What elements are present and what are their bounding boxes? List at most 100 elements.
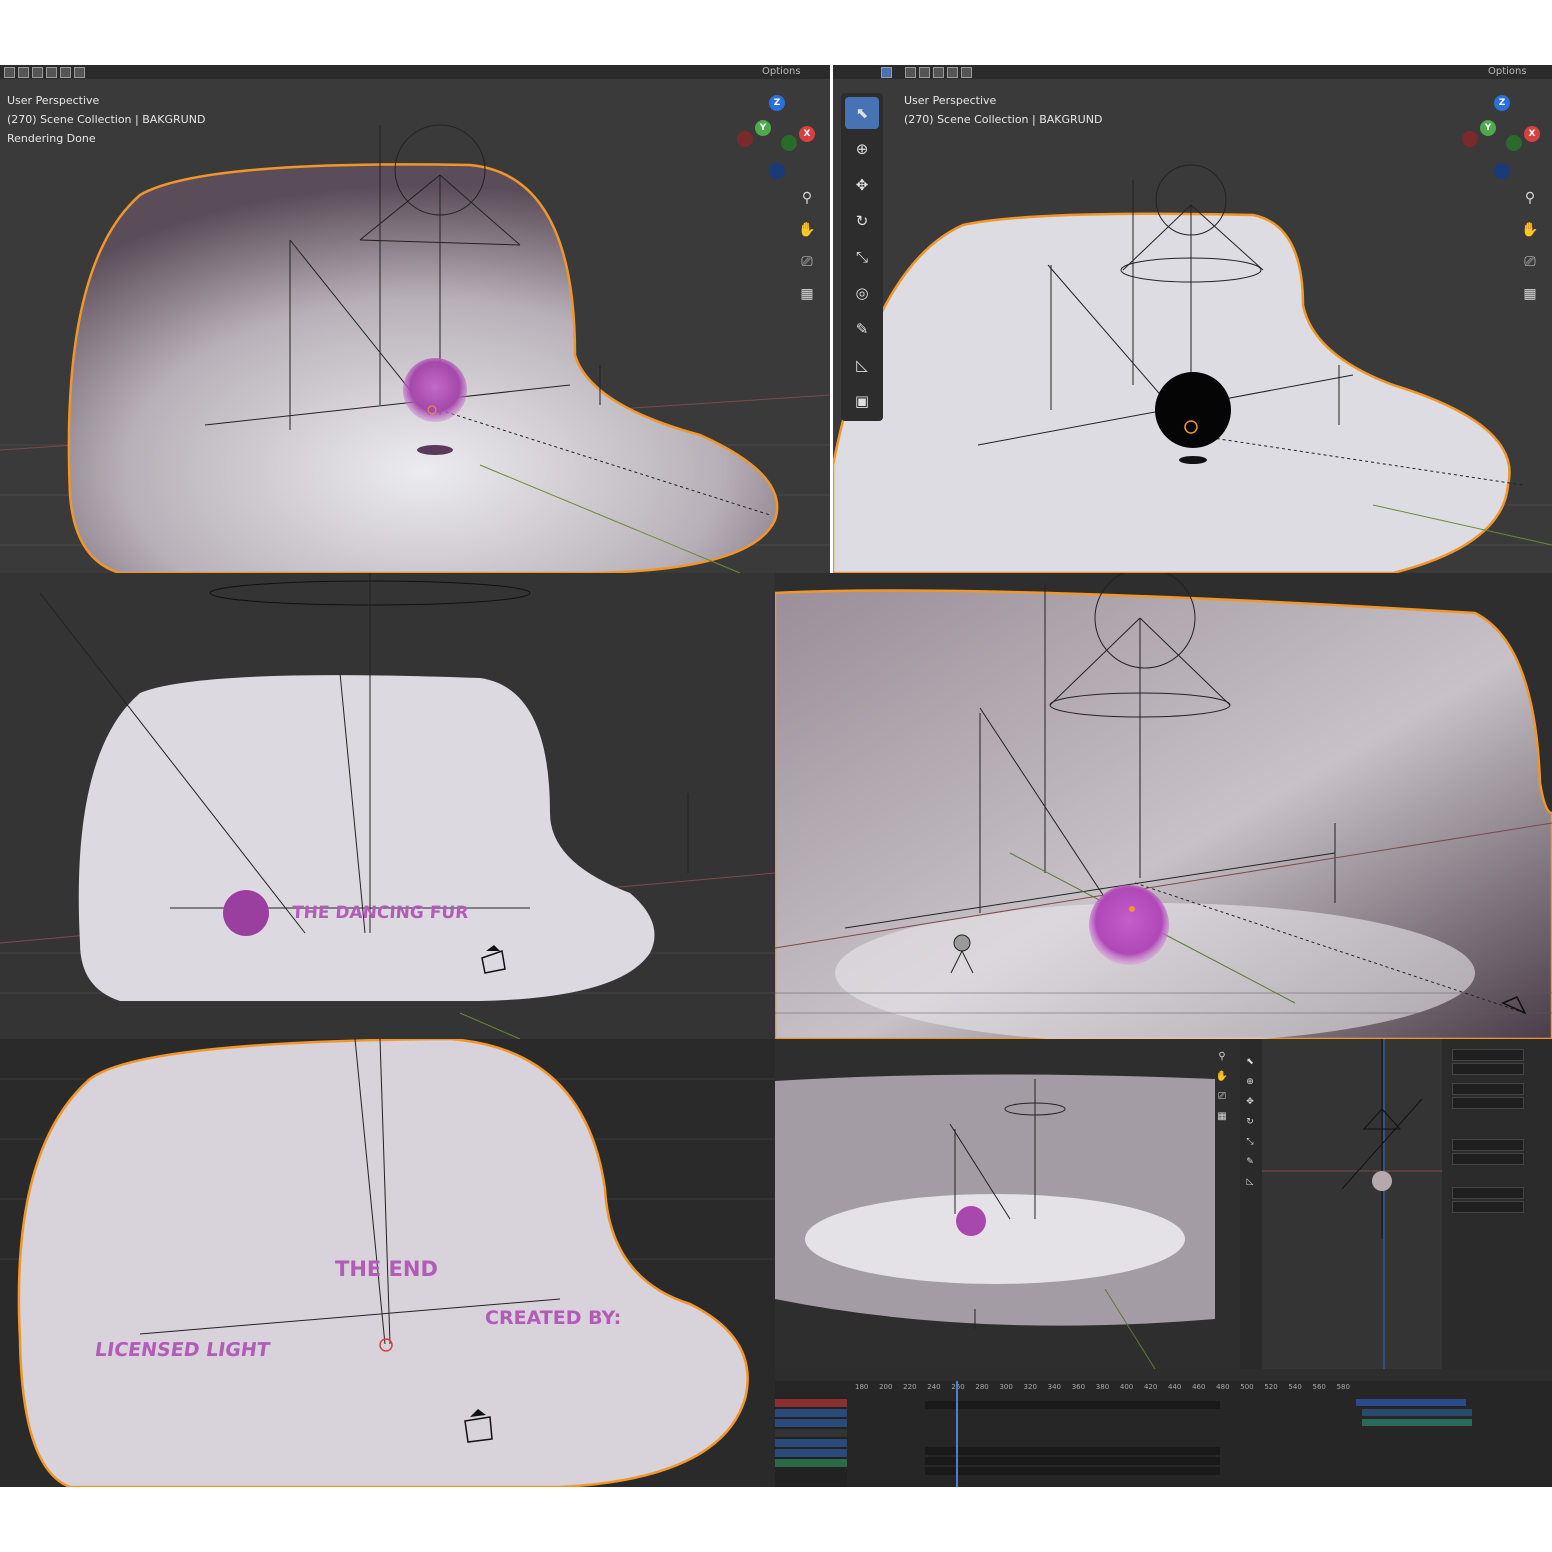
object-icon[interactable]	[947, 67, 958, 78]
channel-row[interactable]	[775, 1399, 847, 1407]
viewport-header: Options	[833, 65, 1552, 79]
camera-icon[interactable]: ⎚	[796, 251, 818, 273]
collection-label: (270) Scene Collection | BAKGRUND	[7, 113, 206, 126]
grid-icon[interactable]: ▦	[796, 283, 818, 305]
measure-icon[interactable]: ◺	[845, 349, 879, 381]
zoom-icon[interactable]: ⚲	[1215, 1049, 1229, 1063]
outliner-row[interactable]	[1362, 1419, 1472, 1426]
hand-icon[interactable]: ✋	[796, 219, 818, 241]
blender-workspace-bottom-right[interactable]: ⚲ ✋ ⎚ ▦ ⬉ ⊕ ✥ ↻ ⤡ ✎ ◺ 180 200 220 240 26…	[775, 1039, 1552, 1487]
select-icon[interactable]: ⬉	[1240, 1053, 1260, 1071]
add-icon[interactable]	[933, 67, 944, 78]
rotate-icon[interactable]: ↻	[845, 205, 879, 237]
channel-row[interactable]	[775, 1439, 847, 1447]
outliner-row[interactable]	[1356, 1399, 1466, 1406]
viewport-mid-left[interactable]: THE DANCING FUR	[0, 573, 775, 1039]
property-field[interactable]	[1452, 1097, 1524, 1109]
neg-x-axis-icon[interactable]	[737, 131, 753, 147]
neg-y-axis-icon[interactable]	[1506, 135, 1522, 151]
property-field[interactable]	[1452, 1187, 1524, 1199]
viewport-overlay-text: User Perspective (270) Scene Collection …	[904, 91, 1102, 129]
hand-icon[interactable]: ✋	[1215, 1069, 1229, 1083]
hand-icon[interactable]: ✋	[1519, 219, 1541, 241]
select-icon[interactable]: ⬉	[845, 97, 879, 129]
channel-row[interactable]	[775, 1449, 847, 1457]
license-text: LICENSED LIGHT	[93, 1339, 272, 1361]
outliner-header	[1350, 1369, 1552, 1381]
scene-bottom-right-render	[775, 1039, 1240, 1369]
viewport-mid-right[interactable]	[775, 573, 1552, 1039]
property-field[interactable]	[1452, 1063, 1524, 1075]
scene-top-right	[833, 164, 1552, 573]
measure-icon[interactable]: ◺	[1240, 1173, 1260, 1191]
x-axis-icon[interactable]: X	[799, 126, 815, 142]
keyframe-track[interactable]	[925, 1447, 1220, 1455]
neg-x-axis-icon[interactable]	[1462, 131, 1478, 147]
timeline-editor[interactable]: 180 200 220 240 260 280 300 320 340 360 …	[775, 1369, 1350, 1487]
cursor-icon[interactable]: ⊕	[845, 133, 879, 165]
view-mode-label: User Perspective	[7, 94, 100, 107]
viewport-top-right[interactable]: Options ⬉ ⊕ ✥ ↻ ⤡ ◎ ✎ ◺ ▣ User Perspecti…	[833, 65, 1552, 573]
annotate-icon[interactable]: ✎	[1240, 1153, 1260, 1171]
move-icon[interactable]: ✥	[1240, 1093, 1260, 1111]
outliner-row[interactable]	[1362, 1409, 1472, 1416]
frame-ruler: 180 200 220 240 260 280 300 320 340 360 …	[855, 1383, 1350, 1391]
view-icon[interactable]	[32, 67, 43, 78]
y-axis-icon[interactable]: Y	[1480, 120, 1496, 136]
x-axis-icon[interactable]: X	[1524, 126, 1540, 142]
channel-row[interactable]	[775, 1429, 847, 1437]
property-field[interactable]	[1452, 1153, 1524, 1165]
zoom-icon[interactable]: ⚲	[1519, 187, 1541, 209]
camera-icon[interactable]: ⎚	[1519, 251, 1541, 273]
property-field[interactable]	[1452, 1049, 1524, 1061]
annotate-icon[interactable]: ✎	[845, 313, 879, 345]
keyframe-track[interactable]	[925, 1401, 1220, 1409]
keyframe-track[interactable]	[925, 1467, 1220, 1475]
viewport-top-left[interactable]: Options User Perspective (270) Scene Col…	[0, 65, 830, 573]
neg-z-axis-icon[interactable]	[769, 163, 785, 179]
y-axis-icon[interactable]: Y	[755, 120, 771, 136]
collection-label: (270) Scene Collection | BAKGRUND	[904, 113, 1103, 126]
object-icon[interactable]	[74, 67, 85, 78]
select-icon[interactable]	[919, 67, 930, 78]
view-icon[interactable]	[905, 67, 916, 78]
grid-icon[interactable]: ▦	[1519, 283, 1541, 305]
add-icon[interactable]	[60, 67, 71, 78]
property-field[interactable]	[1452, 1139, 1524, 1151]
zoom-icon[interactable]: ⚲	[796, 187, 818, 209]
camera-icon[interactable]: ⎚	[1215, 1089, 1229, 1103]
cursor-icon[interactable]: ⊕	[1240, 1073, 1260, 1091]
shading-icon[interactable]	[961, 67, 972, 78]
keyframe-track[interactable]	[925, 1457, 1220, 1465]
scale-icon[interactable]: ⤡	[1240, 1133, 1260, 1151]
navigation-gizmo[interactable]: Z Y X	[735, 93, 815, 183]
neg-z-axis-icon[interactable]	[1494, 163, 1510, 179]
transform-icon[interactable]: ◎	[845, 277, 879, 309]
z-axis-icon[interactable]: Z	[769, 95, 785, 111]
grid-icon[interactable]: ▦	[1215, 1109, 1229, 1123]
channel-row[interactable]	[775, 1459, 847, 1467]
channel-list[interactable]	[775, 1397, 847, 1487]
options-menu[interactable]: Options	[1488, 65, 1527, 79]
outliner-panel[interactable]	[1350, 1369, 1552, 1487]
options-menu[interactable]: Options	[762, 65, 801, 79]
view-mode-label: User Perspective	[904, 94, 997, 107]
channel-row[interactable]	[775, 1419, 847, 1427]
channel-row[interactable]	[775, 1409, 847, 1417]
add-cube-icon[interactable]: ▣	[845, 385, 879, 417]
fur-ball	[1089, 885, 1169, 965]
viewport-bottom-left[interactable]: THE END LICENSED LIGHT CREATED BY:	[0, 1039, 775, 1487]
navigation-gizmo[interactable]: Z Y X	[1460, 93, 1540, 183]
move-icon[interactable]: ✥	[845, 169, 879, 201]
select-mode-icon[interactable]	[881, 67, 892, 78]
z-axis-icon[interactable]: Z	[1494, 95, 1510, 111]
property-field[interactable]	[1452, 1083, 1524, 1095]
playhead[interactable]	[956, 1381, 958, 1487]
select-icon[interactable]	[46, 67, 57, 78]
mode-icon[interactable]	[18, 67, 29, 78]
rotate-icon[interactable]: ↻	[1240, 1113, 1260, 1131]
neg-y-axis-icon[interactable]	[781, 135, 797, 151]
editor-type-icon[interactable]	[4, 67, 15, 78]
scale-icon[interactable]: ⤡	[845, 241, 879, 273]
property-field[interactable]	[1452, 1201, 1524, 1213]
